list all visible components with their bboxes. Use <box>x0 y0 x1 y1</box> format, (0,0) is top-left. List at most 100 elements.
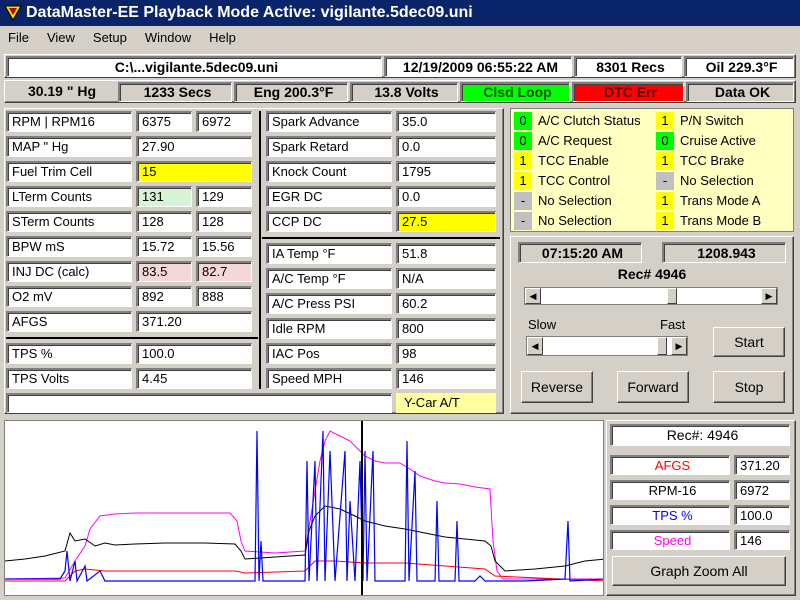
param-label: BPW mS <box>6 236 132 257</box>
app-icon <box>4 5 22 22</box>
graph-record: Rec#: 4946 <box>610 424 790 446</box>
legend-rpm16-value: 6972 <box>734 480 790 500</box>
menu-file[interactable]: File <box>4 30 33 45</box>
param-value: 371.20 <box>136 311 252 332</box>
param-label: LTerm Counts <box>6 186 132 207</box>
param-label: IAC Pos <box>266 343 392 364</box>
record-scrollbar[interactable]: ◀ ▶ <box>524 287 778 305</box>
battery-volts: 13.8 Volts <box>350 82 458 102</box>
switch-indicator: 1 <box>656 112 674 130</box>
baro: 30.19 " Hg <box>27 83 97 99</box>
switch-indicator: 0 <box>514 132 532 150</box>
tps-trace <box>5 430 606 584</box>
legend-afgs-value: 371.20 <box>734 455 790 475</box>
file-name: C:\...vigilante.5dec09.uni <box>6 56 382 77</box>
param-value: N/A <box>396 268 496 289</box>
loop-status: Clsd Loop <box>460 82 570 102</box>
param-value-2: 6972 <box>196 111 252 132</box>
graph-zoom-all-button[interactable]: Graph Zoom All <box>612 556 786 586</box>
speed-scrollbar[interactable]: ◀ ▶ <box>526 336 688 356</box>
legend-afgs: AFGS <box>610 455 730 475</box>
record-number: Rec# 4946 <box>617 266 687 282</box>
dtc-status: DTC Err <box>572 82 684 102</box>
param-value: 60.2 <box>396 293 496 314</box>
switch-list-left: 0 A/C Clutch Status 0 A/C Request 1 TCC Ena… <box>514 112 654 232</box>
switch-item: 1 TCC Brake <box>656 152 792 172</box>
speed-right-icon[interactable]: ▶ <box>671 337 687 355</box>
menu-help[interactable]: Help <box>205 30 240 45</box>
legend-speed: Speed <box>610 530 730 550</box>
switch-item: 0 Cruise Active <box>656 132 792 152</box>
param-value-2: 82.7 <box>196 261 252 282</box>
rpm16-trace <box>4 505 606 572</box>
param-value-2: 129 <box>196 186 252 207</box>
param-value: 98 <box>396 343 496 364</box>
param-value: 0.0 <box>396 136 496 157</box>
param-label: RPM | RPM16 <box>6 111 132 132</box>
switch-indicator: 1 <box>656 212 674 230</box>
oil-temp: Oil 229.3°F <box>684 56 794 77</box>
switch-item: - No Selection <box>656 172 792 192</box>
reverse-button[interactable]: Reverse <box>521 371 593 403</box>
param-value: 128 <box>136 211 192 232</box>
param-label: INJ DC (calc) <box>6 261 132 282</box>
section-divider <box>6 337 258 339</box>
param-value: 35.0 <box>396 111 496 132</box>
switch-item: 0 A/C Clutch Status <box>514 112 654 132</box>
param-label: EGR DC <box>266 186 392 207</box>
scroll-right-icon[interactable]: ▶ <box>761 288 777 304</box>
forward-button[interactable]: Forward <box>617 371 689 403</box>
param-label: Fuel Trim Cell <box>6 161 132 182</box>
car-type: Y-Car A/T <box>396 393 496 413</box>
fast-label: Fast <box>660 317 686 332</box>
param-label: CCP DC <box>266 211 392 232</box>
switch-item: 1 TCC Control <box>514 172 654 192</box>
switch-list-right: 1 P/N Switch 0 Cruise Active 1 TCC Brake -N… <box>656 112 792 232</box>
param-value: 1795 <box>396 161 496 182</box>
speed-trace <box>4 430 605 580</box>
param-label: IA Temp °F <box>266 243 392 264</box>
param-value: 146 <box>396 368 496 389</box>
param-label: Idle RPM <box>266 318 392 339</box>
switch-indicator: 1 <box>514 172 532 190</box>
param-value: 800 <box>396 318 496 339</box>
switch-item: 0 A/C Request <box>514 132 654 152</box>
switch-item: 1 TCC Enable <box>514 152 654 172</box>
menu-window[interactable]: Window <box>141 30 195 45</box>
switch-indicator: - <box>656 172 674 190</box>
data-graph <box>4 421 606 595</box>
section-divider <box>262 237 500 239</box>
switch-indicator: - <box>514 192 532 210</box>
switch-item: 1 Trans Mode B <box>656 212 792 232</box>
graph-area[interactable] <box>4 420 606 596</box>
param-value-2: 888 <box>196 286 252 307</box>
legend-rpm16: RPM-16 <box>610 480 730 500</box>
playback-time: 07:15:20 AM <box>518 242 642 263</box>
param-label: A/C Press PSI <box>266 293 392 314</box>
eng-temp: Eng 200.3°F <box>234 82 348 102</box>
param-label: Speed MPH <box>266 368 392 389</box>
switch-indicator: 0 <box>656 132 674 150</box>
slow-label: Slow <box>528 317 557 332</box>
speed-scroll-thumb[interactable] <box>657 337 667 355</box>
param-value: 51.8 <box>396 243 496 264</box>
stop-button[interactable]: Stop <box>713 371 785 403</box>
switch-item: 1 P/N Switch <box>656 112 792 132</box>
switch-item: - No Selection <box>514 212 654 232</box>
speed-left-icon[interactable]: ◀ <box>527 337 543 355</box>
message-bar <box>6 393 392 413</box>
param-value-2: 128 <box>196 211 252 232</box>
record-scroll-thumb[interactable] <box>667 288 677 304</box>
scroll-left-icon[interactable]: ◀ <box>525 288 541 304</box>
param-value: 27.90 <box>136 136 252 157</box>
start-button[interactable]: Start <box>713 327 785 357</box>
menu-bar: File View Setup Window Help <box>0 26 800 50</box>
title-bar: DataMaster-EE Playback Mode Active: vigi… <box>0 0 800 26</box>
param-label: TPS % <box>6 343 132 364</box>
menu-view[interactable]: View <box>43 30 79 45</box>
param-value: 131 <box>136 186 192 207</box>
param-label: TPS Volts <box>6 368 132 389</box>
switch-indicator: 1 <box>656 192 674 210</box>
legend-tps-value: 100.0 <box>734 505 790 525</box>
menu-setup[interactable]: Setup <box>89 30 131 45</box>
